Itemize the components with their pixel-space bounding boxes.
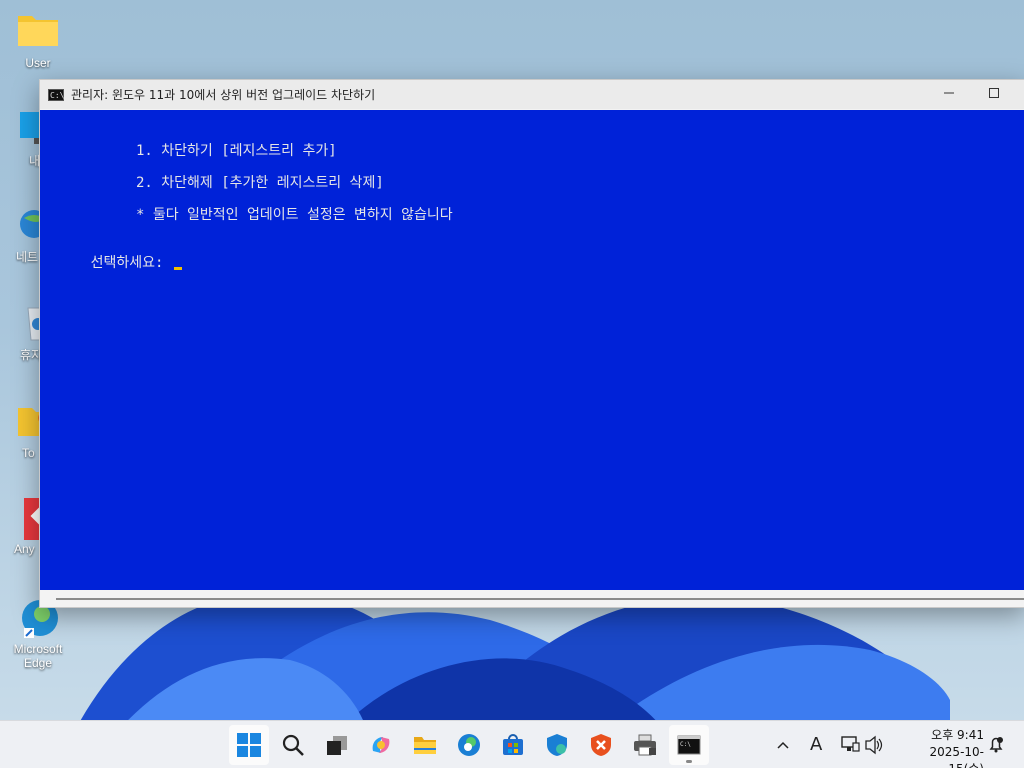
console-line: 2. 차단해제 [추가한 레지스트리 삭제]	[136, 175, 384, 191]
ime-indicator[interactable]: A	[810, 733, 822, 757]
console-line: * 둘다 일반적인 업데이트 설정은 변하지 않습니다	[136, 207, 453, 223]
file-explorer-icon	[414, 737, 436, 754]
search-button[interactable]	[273, 725, 313, 765]
volume-button[interactable]	[864, 721, 886, 768]
search-icon	[282, 734, 304, 756]
text-cursor	[173, 267, 182, 270]
defender-button[interactable]	[537, 725, 577, 765]
title-bar[interactable]: C:\ 관리자: 윈도우 11과 10에서 상위 버전 업그레이드 차단하기	[40, 80, 1024, 109]
file-explorer-button[interactable]	[405, 725, 445, 765]
taskbar: C:\ A 오후 9:41 2025-10-15(수)	[0, 720, 1024, 768]
tray-chevron[interactable]	[776, 721, 796, 768]
window-title: 관리자: 윈도우 11과 10에서 상위 버전 업그레이드 차단하기	[71, 88, 376, 102]
security-app-icon	[591, 734, 611, 756]
printer-button[interactable]	[625, 725, 665, 765]
desktop-icon-label: User	[25, 56, 51, 70]
terminal-icon: C:\	[677, 735, 701, 755]
desktop-icon-label: Microsoft Edge	[13, 642, 63, 670]
volume-icon	[865, 735, 883, 755]
notification-bell-icon	[989, 737, 1003, 753]
console-window[interactable]: C:\ 관리자: 윈도우 11과 10에서 상위 버전 업그레이드 차단하기 1…	[39, 79, 1024, 608]
minimize-icon	[944, 92, 954, 94]
edge-button[interactable]	[449, 725, 489, 765]
store-icon	[503, 734, 523, 755]
notifications-button[interactable]	[988, 721, 1006, 768]
copilot-icon	[372, 737, 390, 753]
clock-date: 2025-10-15(수)	[929, 745, 984, 768]
task-view-button[interactable]	[317, 725, 357, 765]
command-prompt-icon: C:\	[48, 89, 65, 101]
edge-icon	[458, 734, 480, 756]
clock[interactable]: 오후 9:41 2025-10-15(수)	[896, 727, 984, 768]
clock-time: 오후 9:41	[931, 728, 984, 742]
scrollbar-thumb[interactable]	[56, 598, 1024, 600]
svg-text:C:\: C:\	[680, 741, 691, 748]
folder-icon	[16, 10, 60, 54]
security-app-button[interactable]	[581, 725, 621, 765]
terminal-button[interactable]: C:\	[669, 725, 709, 765]
console-prompt: 선택하세요:	[90, 255, 172, 271]
running-indicator	[686, 760, 692, 763]
start-button[interactable]	[229, 725, 269, 765]
minimize-button[interactable]	[926, 80, 972, 109]
maximize-button[interactable]	[971, 80, 1017, 109]
copilot-button[interactable]	[361, 725, 401, 765]
network-icon	[841, 736, 860, 752]
task-view-icon	[327, 736, 347, 755]
start-icon	[237, 733, 261, 757]
console-line: 1. 차단하기 [레지스트리 추가]	[136, 143, 337, 159]
console-prompt-line: 선택하세요:	[40, 236, 182, 288]
chevron-up-icon	[777, 741, 789, 749]
defender-icon	[547, 734, 567, 756]
console-output[interactable]: 1. 차단하기 [레지스트리 추가] 2. 차단해제 [추가한 레지스트리 삭제…	[40, 110, 1024, 590]
horizontal-scrollbar[interactable]	[40, 590, 1024, 607]
desktop-icon-user[interactable]: User	[6, 10, 70, 70]
network-button[interactable]	[840, 721, 862, 768]
store-button[interactable]	[493, 725, 533, 765]
printer-icon	[634, 734, 656, 756]
maximize-icon	[989, 88, 999, 98]
